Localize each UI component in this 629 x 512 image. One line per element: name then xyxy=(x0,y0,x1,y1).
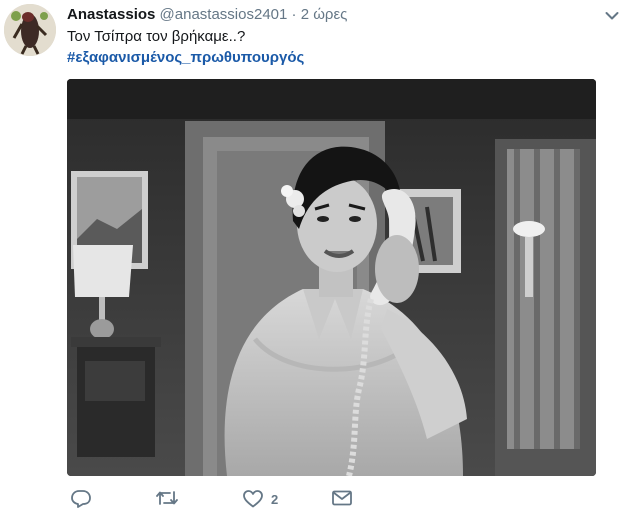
like-count: 2 xyxy=(271,491,279,507)
envelope-icon xyxy=(332,490,352,506)
retweet-button[interactable] xyxy=(156,490,178,506)
tweet-media-image[interactable] xyxy=(67,79,596,476)
direct-message-button[interactable] xyxy=(332,490,352,506)
tweet-text: Τον Τσίπρα τον βρήκαμε..? xyxy=(67,28,246,45)
reply-icon xyxy=(71,490,91,508)
reply-button[interactable] xyxy=(71,490,91,508)
separator-dot: · xyxy=(291,6,297,23)
movie-still-illustration xyxy=(67,79,596,476)
retweet-icon xyxy=(156,490,178,506)
author-handle[interactable]: @anastassios2401 xyxy=(160,6,288,23)
more-options-chevron-icon[interactable] xyxy=(605,8,619,26)
tweet-header: Anastassios @anastassios2401 · 2 ώρες xyxy=(67,6,347,23)
tweet-timestamp[interactable]: 2 ώρες xyxy=(301,6,348,23)
heart-icon xyxy=(243,490,263,508)
like-button[interactable]: 2 xyxy=(243,490,278,508)
tweet: Anastassios @anastassios2401 · 2 ώρες Το… xyxy=(0,0,629,511)
author-name[interactable]: Anastassios xyxy=(67,6,155,23)
avatar-image xyxy=(4,4,56,56)
avatar[interactable] xyxy=(4,4,56,56)
hashtag-link[interactable]: #εξαφανισμένος_πρωθυπουργός xyxy=(67,49,304,66)
